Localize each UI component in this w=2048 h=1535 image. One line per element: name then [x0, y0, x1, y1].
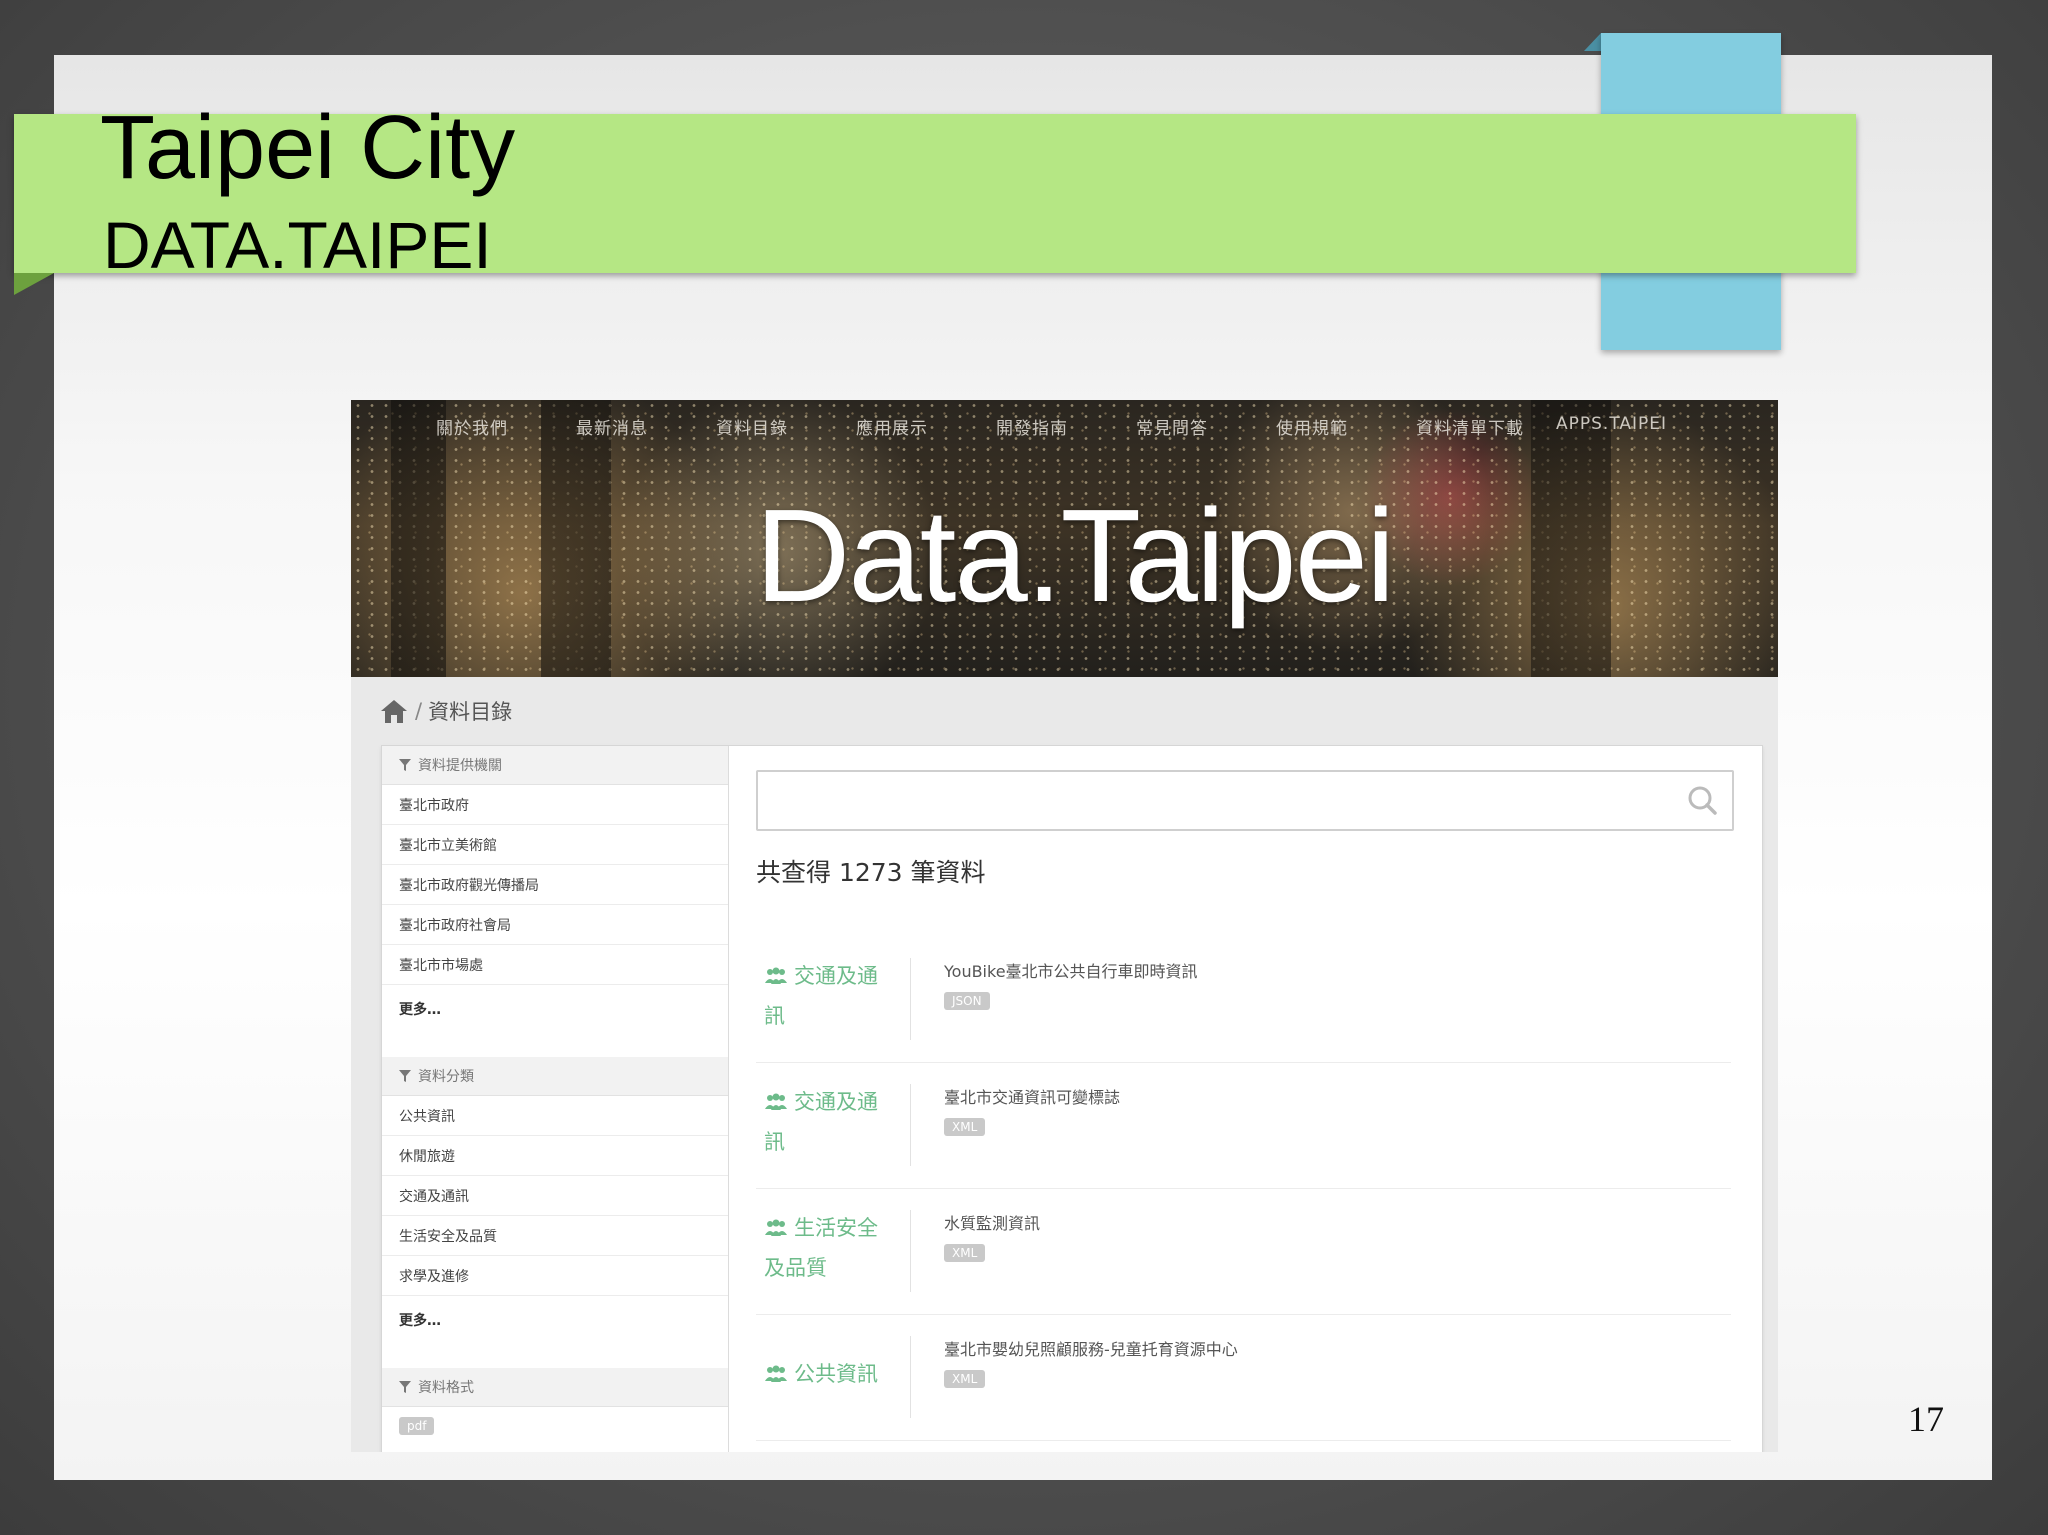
more-org-link[interactable]: 更多… — [382, 985, 728, 1033]
website-screenshot: 關於我們 最新消息 資料目錄 應用展示 開發指南 常見問答 使用規範 資料清單下… — [351, 400, 1778, 1452]
sidebar-item-org[interactable]: 臺北市政府 — [382, 785, 728, 825]
top-nav: 關於我們 最新消息 資料目錄 應用展示 開發指南 常見問答 使用規範 資料清單下… — [436, 414, 1716, 439]
nav-item-faq[interactable]: 常見問答 — [1136, 414, 1276, 439]
users-icon — [765, 1093, 787, 1110]
users-icon — [765, 967, 787, 984]
home-icon[interactable] — [379, 698, 409, 724]
filter-heading-format: 資料格式 — [382, 1368, 728, 1407]
result-row[interactable]: 生活安全及品質 水質監測資訊 XML — [756, 1188, 1731, 1315]
breadcrumb-current: 資料目錄 — [428, 700, 513, 724]
sidebar-item-org[interactable]: 臺北市政府社會局 — [382, 905, 728, 945]
slide-subtitle: DATA.TAIPEI — [103, 208, 492, 282]
result-category[interactable]: 交通及通訊 — [764, 1082, 894, 1162]
divider — [910, 958, 911, 1040]
sidebar-item-org[interactable]: 臺北市市場處 — [382, 945, 728, 985]
search-input[interactable] — [756, 770, 1734, 831]
breadcrumb: / 資料目錄 — [379, 696, 512, 726]
filter-heading-org-label: 資料提供機關 — [418, 758, 502, 774]
users-icon — [765, 1365, 787, 1382]
nav-item-terms[interactable]: 使用規範 — [1276, 414, 1416, 439]
slide-title: Taipei City — [100, 98, 516, 198]
sidebar-item-format[interactable]: pdf — [382, 1407, 728, 1445]
result-title[interactable]: 水質監測資訊 — [944, 1210, 1040, 1234]
format-tag[interactable]: XML — [944, 1244, 986, 1262]
divider — [910, 1336, 911, 1418]
users-icon — [765, 1219, 787, 1236]
sidebar-item-category[interactable]: 求學及進修 — [382, 1256, 728, 1296]
filter-heading-category-label: 資料分類 — [418, 1069, 474, 1085]
result-row[interactable]: 交通及通訊 YouBike臺北市公共自行車即時資訊 JSON — [756, 936, 1731, 1063]
result-category[interactable]: 公共資訊 — [764, 1354, 894, 1394]
nav-item-showcase[interactable]: 應用展示 — [856, 414, 996, 439]
site-brand: Data.Taipei — [755, 482, 1395, 629]
result-title[interactable]: YouBike臺北市公共自行車即時資訊 — [944, 958, 1198, 982]
format-tag[interactable]: JSON — [944, 992, 990, 1010]
filter-heading-format-label: 資料格式 — [418, 1380, 474, 1396]
nav-item-dev-guide[interactable]: 開發指南 — [996, 414, 1136, 439]
format-tag[interactable]: XML — [944, 1370, 986, 1388]
sidebar-item-org[interactable]: 臺北市政府觀光傳播局 — [382, 865, 728, 905]
filter-heading-org: 資料提供機關 — [382, 746, 728, 785]
sidebar-item-category[interactable]: 休閒旅遊 — [382, 1136, 728, 1176]
hero-banner: 關於我們 最新消息 資料目錄 應用展示 開發指南 常見問答 使用規範 資料清單下… — [351, 400, 1778, 677]
sidebar-item-org[interactable]: 臺北市立美術館 — [382, 825, 728, 865]
filter-heading-category: 資料分類 — [382, 1057, 728, 1096]
nav-item-news[interactable]: 最新消息 — [576, 414, 716, 439]
divider — [910, 1084, 911, 1166]
divider — [910, 1210, 911, 1292]
sidebar-item-category[interactable]: 公共資訊 — [382, 1096, 728, 1136]
result-row[interactable]: 公共資訊 臺北市嬰幼兒照顧服務-兒童托育資源中心 XML — [756, 1314, 1731, 1441]
results-area: 共查得 1273 筆資料 交通及通訊 YouBike臺北市公共自行車即時資訊 J… — [729, 746, 1762, 1452]
page-number: 17 — [1908, 1399, 1944, 1439]
breadcrumb-separator: / — [415, 699, 423, 723]
nav-item-download[interactable]: 資料清單下載 — [1416, 414, 1556, 439]
result-title[interactable]: 臺北市嬰幼兒照顧服務-兒童托育資源中心 — [944, 1336, 1238, 1360]
title-band-fold — [14, 273, 54, 295]
sidebar-item-category[interactable]: 生活安全及品質 — [382, 1216, 728, 1256]
search-icon[interactable] — [1686, 784, 1718, 816]
format-tag[interactable]: pdf — [399, 1417, 435, 1435]
format-tag[interactable]: XML — [944, 1118, 986, 1136]
sidebar-item-category[interactable]: 交通及通訊 — [382, 1176, 728, 1216]
filter-icon — [399, 1381, 411, 1393]
filter-icon — [399, 1070, 411, 1082]
result-row[interactable]: 交通及通訊 臺北市交通資訊可變標誌 XML — [756, 1062, 1731, 1189]
result-category-label: 公共資訊 — [794, 1362, 878, 1386]
nav-item-about[interactable]: 關於我們 — [436, 414, 576, 439]
filter-sidebar: 資料提供機關 臺北市政府 臺北市立美術館 臺北市政府觀光傳播局 臺北市政府社會局… — [382, 746, 729, 1452]
result-count: 共查得 1273 筆資料 — [756, 858, 986, 887]
result-category[interactable]: 交通及通訊 — [764, 956, 894, 1036]
result-category[interactable]: 生活安全及品質 — [764, 1208, 894, 1288]
catalog-panel: 資料提供機關 臺北市政府 臺北市立美術館 臺北市政府觀光傳播局 臺北市政府社會局… — [381, 745, 1763, 1452]
result-title[interactable]: 臺北市交通資訊可變標誌 — [944, 1084, 1120, 1108]
more-category-link[interactable]: 更多… — [382, 1296, 728, 1344]
filter-icon — [399, 759, 411, 771]
nav-item-apps[interactable]: APPS.TAIPEI — [1556, 414, 1716, 439]
nav-item-catalog[interactable]: 資料目錄 — [716, 414, 856, 439]
blue-box-fold — [1584, 33, 1601, 51]
